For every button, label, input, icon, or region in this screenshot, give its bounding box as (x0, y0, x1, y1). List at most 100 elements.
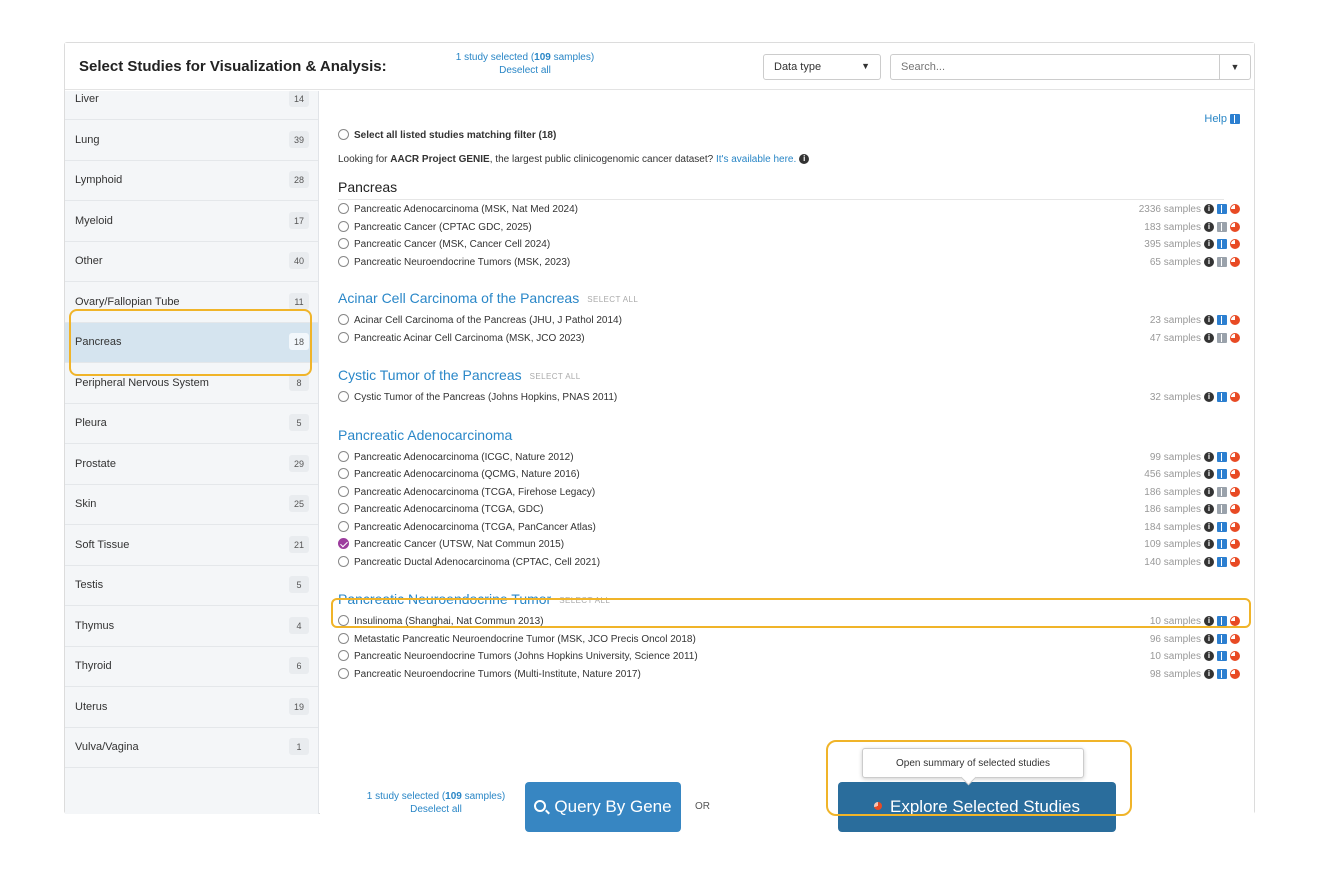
pie-chart-icon[interactable] (1230, 221, 1240, 232)
checkbox[interactable] (338, 485, 349, 497)
study-row[interactable]: Pancreatic Neuroendocrine Tumors (Multi-… (338, 667, 641, 687)
book-icon[interactable] (1217, 486, 1227, 497)
sidebar-item[interactable]: Lung 39 (65, 121, 318, 161)
help-link[interactable]: Help (1204, 113, 1240, 125)
category-title[interactable]: Pancreatic Adenocarcinoma (338, 427, 512, 443)
info-icon[interactable]: i (1204, 239, 1214, 250)
sidebar-item[interactable]: Thyroid 6 (65, 647, 318, 687)
checkbox[interactable] (338, 238, 349, 249)
study-row[interactable]: Pancreatic Cancer (MSK, Cancer Cell 2024… (338, 238, 550, 257)
checkbox[interactable] (338, 503, 349, 514)
checkbox[interactable] (338, 331, 349, 343)
study-row[interactable]: Metastatic Pancreatic Neuroendocrine Tum… (338, 632, 696, 652)
pie-chart-icon[interactable] (1230, 651, 1240, 662)
data-type-dropdown[interactable]: Data type ▼ (763, 54, 881, 80)
sidebar-item[interactable]: Thymus 4 (65, 607, 318, 647)
book-icon[interactable] (1217, 256, 1227, 267)
explore-selected-studies-button[interactable]: Explore Selected Studies (838, 782, 1116, 832)
pie-chart-icon[interactable] (1230, 616, 1240, 627)
info-icon[interactable]: i (1204, 539, 1214, 550)
pie-chart-icon[interactable] (1230, 256, 1240, 267)
book-icon[interactable] (1217, 332, 1227, 343)
pie-chart-icon[interactable] (1230, 239, 1240, 250)
pie-chart-icon[interactable] (1230, 469, 1240, 480)
book-icon[interactable] (1217, 521, 1227, 532)
info-icon[interactable]: i (1204, 451, 1214, 462)
study-row[interactable]: Insulinoma (Shanghai, Nat Commun 2013) (338, 615, 544, 634)
pie-chart-icon[interactable] (1230, 633, 1240, 644)
book-icon[interactable] (1217, 469, 1227, 480)
pie-chart-icon[interactable] (1230, 451, 1240, 462)
footer-deselect-all-link[interactable]: Deselect all (366, 803, 506, 816)
category-title[interactable]: Pancreatic Neuroendocrine Tumor SELECT AL… (338, 591, 610, 607)
checkbox-checked[interactable] (338, 538, 349, 549)
info-icon[interactable]: i (1204, 556, 1214, 567)
info-icon[interactable]: i (1204, 504, 1214, 515)
checkbox[interactable] (338, 650, 349, 661)
checkbox[interactable] (338, 667, 349, 679)
info-icon[interactable]: i (1204, 469, 1214, 480)
info-icon[interactable]: i (1204, 204, 1214, 215)
sidebar-item[interactable]: Lymphoid 28 (65, 161, 318, 201)
book-icon[interactable] (1217, 539, 1227, 550)
study-row[interactable]: Pancreatic Neuroendocrine Tumors (Johns … (338, 650, 698, 669)
info-icon[interactable]: i (1204, 221, 1214, 232)
study-row[interactable]: Acinar Cell Carcinoma of the Pancreas (J… (338, 314, 622, 333)
info-icon[interactable]: i (1204, 668, 1214, 679)
checkbox[interactable] (338, 220, 349, 232)
sidebar-item[interactable]: Pleura 5 (65, 404, 318, 444)
book-icon[interactable] (1217, 451, 1227, 462)
info-icon[interactable]: i (1204, 616, 1214, 627)
book-icon[interactable] (1217, 221, 1227, 232)
select-all-link[interactable]: SELECT ALL (530, 372, 581, 381)
book-icon[interactable] (1217, 616, 1227, 627)
info-icon[interactable]: i (1204, 633, 1214, 644)
book-icon[interactable] (1217, 504, 1227, 515)
pie-chart-icon[interactable] (1230, 332, 1240, 343)
sidebar-item[interactable]: Other 40 (65, 242, 318, 282)
info-icon[interactable]: i (1204, 486, 1214, 497)
sidebar-item[interactable]: Testis 5 (65, 566, 318, 606)
checkbox[interactable] (338, 615, 349, 626)
sidebar-item[interactable]: Prostate 29 (65, 445, 318, 485)
sidebar-item[interactable]: Pancreas 18 (65, 323, 318, 363)
sidebar-item[interactable]: Skin 25 (65, 485, 318, 525)
book-icon[interactable] (1217, 204, 1227, 215)
pie-chart-icon[interactable] (1230, 204, 1240, 215)
pie-chart-icon[interactable] (1230, 521, 1240, 532)
book-icon[interactable] (1217, 651, 1227, 662)
checkbox[interactable] (338, 520, 349, 532)
checkbox[interactable] (338, 450, 349, 462)
pie-chart-icon[interactable] (1230, 504, 1240, 515)
sidebar-item[interactable]: Vulva/Vagina 1 (65, 728, 318, 768)
checkbox[interactable] (338, 468, 349, 479)
genie-link[interactable]: It's available here. (716, 154, 796, 165)
checkbox[interactable] (338, 314, 349, 325)
search-dropdown-button[interactable]: ▼ (1219, 54, 1251, 80)
study-row[interactable]: Pancreatic Adenocarcinoma (MSK, Nat Med … (338, 203, 578, 222)
book-icon[interactable] (1217, 315, 1227, 326)
select-all-listed-checkbox[interactable]: Select all listed studies matching filte… (338, 129, 556, 148)
pie-chart-icon[interactable] (1230, 556, 1240, 567)
study-row[interactable]: Pancreatic Adenocarcinoma (TCGA, PanCanc… (338, 520, 596, 540)
study-row[interactable]: Pancreatic Cancer (UTSW, Nat Commun 2015… (338, 538, 564, 557)
category-title[interactable]: Cystic Tumor of the Pancreas SELECT ALL (338, 367, 581, 383)
sidebar-item[interactable]: Myeloid 17 (65, 202, 318, 242)
study-row[interactable]: Cystic Tumor of the Pancreas (Johns Hopk… (338, 391, 617, 410)
pie-chart-icon[interactable] (1230, 539, 1240, 550)
sidebar-item[interactable]: Uterus 19 (65, 688, 318, 728)
study-row[interactable]: Pancreatic Ductal Adenocarcinoma (CPTAC,… (338, 555, 600, 575)
book-icon[interactable] (1217, 633, 1227, 644)
book-icon[interactable] (1217, 392, 1227, 403)
info-icon[interactable]: i (1204, 256, 1214, 267)
study-row[interactable]: Pancreatic Adenocarcinoma (TCGA, GDC) (338, 503, 544, 522)
study-row[interactable]: Pancreatic Adenocarcinoma (ICGC, Nature … (338, 450, 574, 470)
category-title[interactable]: Acinar Cell Carcinoma of the Pancreas SEL… (338, 290, 638, 306)
info-icon[interactable]: i (1204, 392, 1214, 403)
select-all-link[interactable]: SELECT ALL (587, 295, 638, 304)
book-icon[interactable] (1217, 239, 1227, 250)
query-by-gene-button[interactable]: Query By Gene (525, 782, 681, 832)
book-icon[interactable] (1217, 556, 1227, 567)
checkbox[interactable] (338, 391, 349, 402)
info-icon[interactable]: i (1204, 651, 1214, 662)
